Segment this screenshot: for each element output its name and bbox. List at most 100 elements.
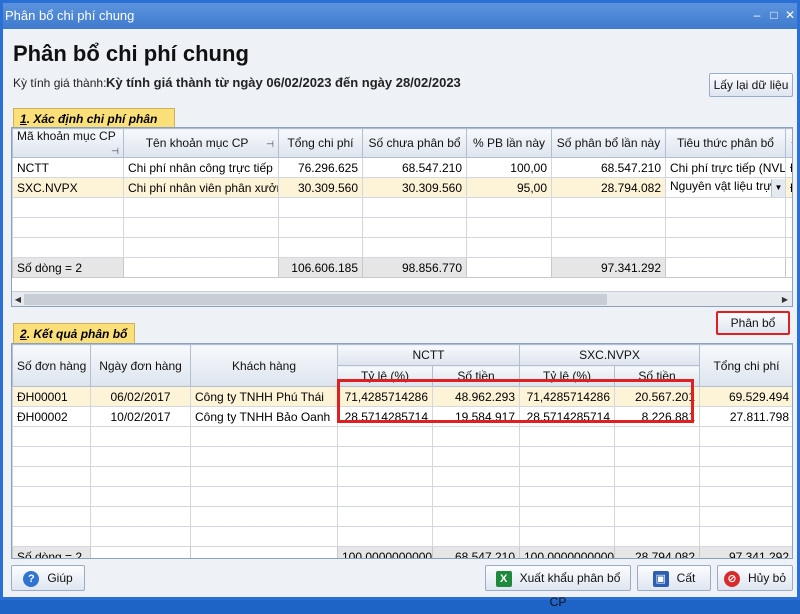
cell[interactable]: 10/02/2017 — [90, 406, 191, 427]
col-header[interactable]: Đ — [785, 128, 792, 158]
section-number: 1 — [20, 112, 27, 126]
save-label: Cất — [676, 571, 696, 585]
cell[interactable]: Đ — [785, 177, 792, 198]
page-title: Phân bổ chi phí chung — [13, 41, 249, 66]
allocation-criteria-select[interactable]: ▼ Nguyên vật liệu trự — [665, 177, 786, 198]
scroll-right-icon[interactable]: ▶ — [779, 293, 791, 306]
cell[interactable]: 68.547.210 — [362, 157, 467, 178]
cell[interactable]: 30.309.560 — [362, 177, 467, 198]
section-number: 2 — [20, 327, 27, 341]
horizontal-scrollbar[interactable]: ◀ ▶ — [12, 291, 792, 306]
empty-row — [12, 526, 792, 547]
allocation-grid[interactable]: Mã khoản mục CP ⊣ Tên khoản mục CP ⊣ Tổng … — [11, 127, 793, 307]
cell — [190, 546, 338, 558]
reload-data-button[interactable]: Lấy lại dữ liệu — [709, 73, 793, 97]
cell[interactable]: 20.567.201 — [614, 386, 700, 407]
col-header-amount[interactable]: Số tiền — [614, 365, 700, 387]
cell[interactable]: ĐH00002 — [12, 406, 91, 427]
sum-total: 97.341.292 — [699, 546, 792, 558]
col-header[interactable]: % PB lần này — [466, 128, 552, 158]
col-header[interactable]: Mã khoản mục CP ⊣ — [12, 128, 124, 158]
cell[interactable]: 100,00 — [466, 157, 552, 178]
cell[interactable]: Công ty TNHH Phú Thái — [190, 386, 338, 407]
cell[interactable]: 28.794.082 — [551, 177, 666, 198]
excel-icon: X — [495, 570, 512, 587]
cell[interactable]: SXC.NVPX — [12, 177, 124, 198]
cell[interactable]: 06/02/2017 — [90, 386, 191, 407]
cancel-label: Hủy bỏ — [747, 571, 787, 585]
grid-header-row: Số đơn hàng Ngày đơn hàng Khách hàng NCT… — [12, 344, 792, 387]
cell[interactable]: 48.962.293 — [432, 386, 520, 407]
cell[interactable]: Chi phí nhân công trực tiếp — [123, 157, 279, 178]
col-header[interactable]: Số chưa phân bổ — [362, 128, 467, 158]
col-header[interactable]: Tiêu thức phân bổ — [665, 128, 786, 158]
period-label: Kỳ tính giá thành: — [13, 76, 107, 90]
table-row[interactable]: ĐH00001 06/02/2017 Công ty TNHH Phú Thái… — [12, 386, 792, 407]
empty-row — [12, 426, 792, 447]
col-header-amount[interactable]: Số tiền — [432, 365, 520, 387]
col-header[interactable]: Tên khoản mục CP ⊣ — [123, 128, 279, 158]
save-button[interactable]: ▣ Cất — [637, 565, 711, 591]
cell[interactable]: 68.547.210 — [551, 157, 666, 178]
cell[interactable]: 28,5714285714 — [519, 406, 615, 427]
save-icon: ▣ — [652, 570, 669, 587]
section-result-tab[interactable]: 2. Kết quả phân bổ — [13, 323, 135, 343]
empty-row — [12, 486, 792, 507]
sum-unallocated: 98.856.770 — [362, 257, 467, 278]
pin-icon[interactable]: ⊣ — [111, 146, 119, 157]
col-header-customer[interactable]: Khách hàng — [190, 344, 338, 387]
cell[interactable]: Đ — [785, 157, 792, 178]
cell[interactable]: 8.226.881 — [614, 406, 700, 427]
grid-header-row: Mã khoản mục CP ⊣ Tên khoản mục CP ⊣ Tổng … — [12, 128, 792, 158]
cell[interactable]: 28,5714285714 — [337, 406, 433, 427]
footer-row: Số dòng = 2 100,0000000000 68.547.210 10… — [12, 546, 792, 558]
pin-icon[interactable]: ⊣ — [266, 139, 274, 150]
table-row[interactable]: ĐH00002 10/02/2017 Công ty TNHH Bảo Oanh… — [12, 406, 792, 427]
cell[interactable]: NCTT — [12, 157, 124, 178]
cell[interactable]: 27.811.798 — [699, 406, 792, 427]
col-header[interactable]: Tổng chi phí — [278, 128, 363, 158]
allocate-button[interactable]: Phân bổ — [716, 311, 790, 335]
cell[interactable]: 71,4285714286 — [337, 386, 433, 407]
empty-row — [12, 466, 792, 487]
cancel-icon: ⊘ — [723, 570, 740, 587]
cell[interactable]: 95,00 — [466, 177, 552, 198]
empty-row — [12, 197, 792, 218]
cell[interactable]: 76.296.625 — [278, 157, 363, 178]
period-value: Kỳ tính giá thành từ ngày 06/02/2023 đến… — [106, 75, 461, 90]
cell[interactable]: 69.529.494 — [699, 386, 792, 407]
chevron-down-icon[interactable]: ▼ — [771, 178, 785, 197]
col-header-total[interactable]: Tổng chi phí — [699, 344, 792, 387]
result-grid[interactable]: Số đơn hàng Ngày đơn hàng Khách hàng NCT… — [11, 343, 793, 559]
cell[interactable]: ĐH00001 — [12, 386, 91, 407]
col-header-rate[interactable]: Tỷ lệ (%) — [337, 365, 433, 387]
col-group-nctt: NCTT — [337, 344, 520, 366]
col-header-rate[interactable]: Tỷ lệ (%) — [519, 365, 615, 387]
table-row[interactable]: SXC.NVPX Chi phí nhân viên phân xưởn 30.… — [12, 177, 792, 198]
scrollbar-thumb[interactable] — [24, 294, 607, 305]
table-row[interactable]: NCTT Chi phí nhân công trực tiếp 76.296.… — [12, 157, 792, 178]
cell[interactable]: 30.309.560 — [278, 177, 363, 198]
cell[interactable]: 71,4285714286 — [519, 386, 615, 407]
empty-row — [12, 446, 792, 467]
close-icon[interactable]: ✕ — [782, 7, 798, 23]
scroll-left-icon[interactable]: ◀ — [12, 293, 24, 306]
col-group-sxc: SXC.NVPX — [519, 344, 700, 366]
title-bar[interactable]: Phân bổ chi phí chung – □ ✕ — [3, 3, 797, 29]
col-header-order-no[interactable]: Số đơn hàng — [12, 344, 91, 387]
cell[interactable]: Chi phí trực tiếp (NVL — [665, 157, 786, 178]
cell[interactable]: Chi phí nhân viên phân xưởn — [123, 177, 279, 198]
minimize-icon[interactable]: – — [749, 7, 765, 23]
window: Phân bổ chi phí chung – □ ✕ Phân bổ chi … — [0, 0, 800, 609]
maximize-icon[interactable]: □ — [766, 7, 782, 23]
col-header[interactable]: Số phân bổ lần này — [551, 128, 666, 158]
cell[interactable]: 19.584.917 — [432, 406, 520, 427]
cancel-button[interactable]: ⊘ Hủy bỏ — [717, 565, 793, 591]
cell[interactable]: Công ty TNHH Bảo Oanh — [190, 406, 338, 427]
col-header-order-date[interactable]: Ngày đơn hàng — [90, 344, 191, 387]
export-allocation-button[interactable]: X Xuất khẩu phân bổ CP — [485, 565, 631, 609]
section-allocation-tab[interactable]: 1. Xác định chi phí phân bổ — [13, 108, 175, 140]
help-button[interactable]: ? Giúp — [11, 565, 85, 591]
row-count: Số dòng = 2 — [12, 257, 124, 278]
sum-rate-nctt: 100,0000000000 — [337, 546, 433, 558]
